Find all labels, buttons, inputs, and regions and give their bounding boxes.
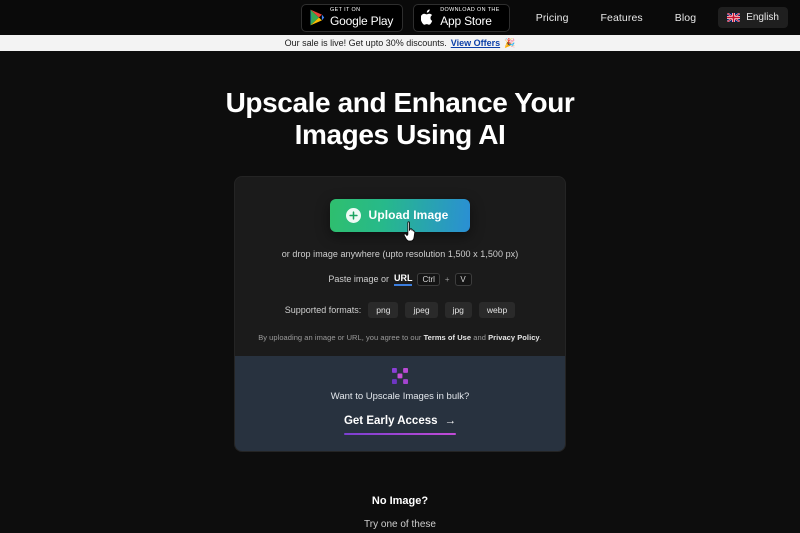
app-store-badge[interactable]: Download on the App Store — [413, 3, 510, 32]
terms-and: and — [473, 332, 486, 342]
samples-title: No Image? — [371, 494, 429, 507]
key-ctrl: Ctrl — [417, 272, 440, 286]
nav-link-features[interactable]: Features — [585, 12, 659, 24]
bulk-cta-underline — [343, 432, 457, 435]
get-early-access-label: Get Early Access — [343, 414, 438, 427]
google-play-badge-small-text: GET IT ON — [330, 7, 361, 14]
upload-image-button[interactable]: Upload Image — [329, 198, 471, 232]
app-store-badge-small-text: Download on the — [440, 7, 500, 14]
uploader-card-body: Upload Image or drop image anywhere (upt… — [235, 177, 565, 356]
terms-period: . — [539, 332, 542, 342]
terms-disclaimer: By uploading an image or URL, you agree … — [253, 333, 547, 342]
uk-flag-icon — [727, 13, 741, 22]
samples-section: No Image? Try one of these — [0, 495, 800, 533]
nav-link-blog[interactable]: Blog — [659, 12, 712, 24]
bulk-upscale-banner: Want to Upscale Images in bulk? Get Earl… — [235, 355, 565, 451]
announcement-bar: Our sale is live! Get upto 30% discounts… — [0, 35, 800, 51]
format-chip-png[interactable]: png — [368, 301, 399, 318]
google-play-badge-label: Google Play — [330, 13, 394, 28]
page-title-line-1: Upscale and Enhance Your — [225, 87, 575, 118]
bulk-question-text: Want to Upscale Images in bulk? — [330, 390, 470, 402]
language-label: English — [746, 12, 779, 23]
page-title-line-2: Images Using AI — [294, 118, 506, 150]
announcement-text: Our sale is live! Get upto 30% discounts… — [284, 38, 447, 48]
format-chip-jpeg[interactable]: jpeg — [405, 301, 438, 318]
page-title: Upscale and Enhance Your Images Using AI — [0, 87, 800, 151]
paste-row: Paste image or URL Ctrl + V — [253, 272, 547, 286]
privacy-policy-link[interactable]: Privacy Policy — [488, 333, 540, 342]
top-navigation-bar: GET IT ON Google Play Download on the Ap… — [0, 0, 800, 35]
upload-image-button-label: Upload Image — [368, 208, 449, 223]
page-root: GET IT ON Google Play Download on the Ap… — [0, 0, 800, 533]
plus-icon — [345, 207, 361, 223]
arrow-right-icon: → — [444, 414, 457, 427]
language-selector[interactable]: English — [718, 7, 788, 28]
key-v: V — [454, 272, 472, 286]
bulk-cta-wrapper: Get Early Access → — [343, 411, 457, 435]
terms-prefix: By uploading an image or URL, you agree … — [258, 332, 422, 342]
supported-formats-label: Supported formats: — [284, 304, 362, 315]
party-popper-icon: 🎉 — [504, 37, 516, 48]
format-chip-jpg[interactable]: jpg — [444, 301, 472, 318]
supported-formats-row: Supported formats: png jpeg jpg webp — [253, 301, 547, 318]
hero-section: Upscale and Enhance Your Images Using AI — [0, 51, 800, 151]
nav-link-pricing[interactable]: Pricing — [520, 12, 585, 24]
google-play-badge[interactable]: GET IT ON Google Play — [301, 3, 404, 32]
get-early-access-button[interactable]: Get Early Access → — [344, 415, 456, 427]
samples-subtitle: Try one of these — [364, 518, 436, 530]
format-chip-webp[interactable]: webp — [478, 301, 516, 318]
app-store-badge-label: App Store — [440, 13, 492, 28]
paste-url-link[interactable]: URL — [393, 273, 413, 286]
uploader-card: Upload Image or drop image anywhere (upt… — [235, 176, 565, 451]
paste-prefix-label: Paste image or — [328, 274, 389, 285]
terms-of-use-link[interactable]: Terms of Use — [424, 333, 472, 342]
google-play-icon — [310, 9, 325, 26]
drop-hint-text: or drop image anywhere (upto resolution … — [281, 248, 519, 259]
upload-button-wrapper: Upload Image — [329, 198, 471, 242]
key-plus-separator: + — [444, 274, 450, 284]
bulk-grid-icon — [392, 367, 408, 384]
apple-icon — [421, 9, 433, 25]
view-offers-link[interactable]: View Offers — [451, 38, 500, 48]
